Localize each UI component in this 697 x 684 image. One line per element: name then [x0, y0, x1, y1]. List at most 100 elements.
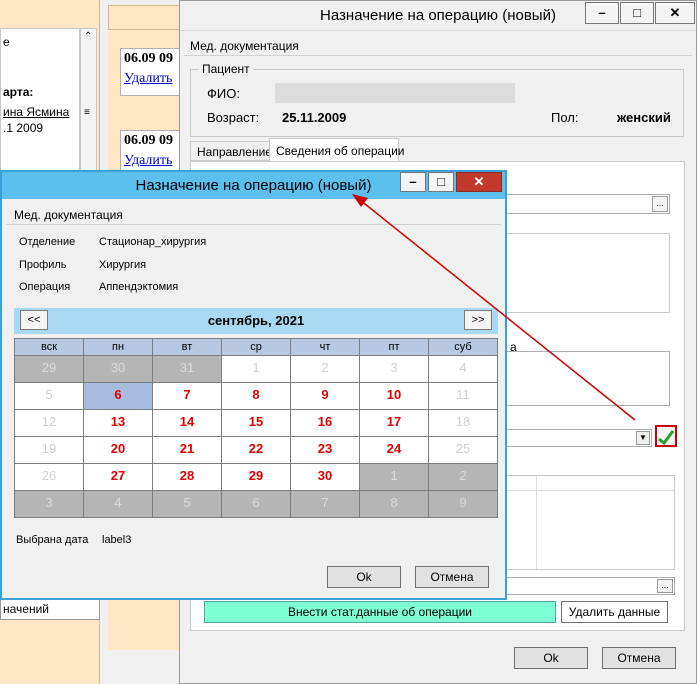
tab-label: Сведения об операции — [276, 144, 405, 158]
bg-text: арта: — [3, 85, 34, 99]
back-window-titlebar[interactable]: Назначение на операцию (новый) – □ ✕ — [180, 1, 696, 31]
calendar-day-cell[interactable]: 8 — [221, 382, 291, 410]
browse-button[interactable]: ... — [657, 579, 673, 593]
weekday-header: вт — [152, 338, 222, 356]
calendar-day-cell: 2 — [428, 463, 498, 491]
patient-group: Пациент ФИО: Возраст: 25.11.2009 Пол: же… — [190, 62, 684, 137]
calendar-day-cell: 19 — [14, 436, 84, 464]
divider — [184, 55, 692, 56]
calendar-day-cell: 9 — [428, 490, 498, 518]
calendar-day-cell: 4 — [83, 490, 153, 518]
calendar-weekday-row: вск пн вт ср чт пт суб — [14, 338, 498, 356]
back-grid[interactable] — [505, 475, 675, 570]
calendar-day-cell[interactable]: 28 — [152, 463, 222, 491]
close-icon[interactable]: ✕ — [456, 172, 502, 192]
bg-card-date: 06.09 09 — [124, 51, 173, 66]
maximize-icon[interactable]: □ — [428, 172, 454, 192]
chevron-down-icon[interactable]: ▼ — [636, 431, 650, 445]
front-ok-button[interactable]: Ok — [327, 566, 401, 588]
sex-label: Пол: — [551, 110, 579, 125]
fio-value-redacted — [275, 83, 515, 103]
bg-patient-link[interactable]: ина Ясмина — [3, 105, 69, 119]
calendar-day-cell[interactable]: 27 — [83, 463, 153, 491]
department-label: Отделение — [19, 236, 76, 248]
fio-label: ФИО: — [207, 86, 240, 101]
calendar-day-cell[interactable]: 14 — [152, 409, 222, 437]
calendar-day-cell: 29 — [14, 355, 84, 383]
minimize-icon[interactable]: – — [585, 2, 619, 24]
bg-bottom-label: начений — [3, 602, 49, 616]
calendar-day-cell[interactable]: 15 — [221, 409, 291, 437]
calendar-day-cell: 18 — [428, 409, 498, 437]
delete-data-button[interactable]: Удалить данные — [561, 601, 668, 623]
back-text-field[interactable]: ... — [500, 194, 670, 214]
calendar-day-cell: 11 — [428, 382, 498, 410]
bg-text: е — [3, 35, 10, 49]
front-cancel-button[interactable]: Отмена — [415, 566, 489, 588]
calendar-day-cell[interactable]: 16 — [290, 409, 360, 437]
calendar-day-cell: 4 — [428, 355, 498, 383]
calendar-day-cell[interactable]: 29 — [221, 463, 291, 491]
calendar-day-cell[interactable]: 23 — [290, 436, 360, 464]
calendar-week-row: 26 27 28 29 30 1 2 — [14, 463, 498, 491]
close-icon[interactable]: ✕ — [655, 2, 695, 24]
calendar-day-cell: 7 — [290, 490, 360, 518]
calendar-day-cell[interactable]: 30 — [290, 463, 360, 491]
maximize-icon[interactable]: □ — [620, 2, 654, 24]
calendar-week-row: 3456789 — [14, 490, 498, 518]
scroll-up-icon[interactable]: ⌃ — [84, 31, 92, 42]
age-value: 25.11.2009 — [282, 110, 347, 125]
calendar-day-cell[interactable]: 7 — [152, 382, 222, 410]
next-month-button[interactable]: >> — [464, 310, 492, 330]
tab-napravlenie[interactable]: Направление — [190, 141, 272, 161]
green-check-arrow-icon — [658, 430, 675, 446]
calendar-day-cell[interactable]: 9 — [290, 382, 360, 410]
calendar-day-cell[interactable]: 20 — [83, 436, 153, 464]
tab-svedeniya[interactable]: Сведения об операции — [269, 138, 405, 162]
back-textarea[interactable] — [505, 351, 670, 406]
department-value: Стационар_хирургия — [99, 236, 207, 248]
back-list-box[interactable] — [505, 233, 670, 313]
divider — [6, 224, 501, 225]
calendar-day-cell[interactable]: 22 — [221, 436, 291, 464]
calendar-day-cell: 1 — [221, 355, 291, 383]
confirm-action-button[interactable] — [655, 425, 677, 447]
bg-card-delete-link[interactable]: Удалить — [124, 71, 172, 87]
bg-text: .1 2009 — [3, 121, 44, 135]
browse-button[interactable]: ... — [652, 196, 668, 212]
back-bottom-field[interactable]: ... — [505, 577, 675, 595]
bg-card-delete-link[interactable]: Удалить — [124, 153, 172, 169]
calendar-day-cell[interactable]: 24 — [359, 436, 429, 464]
calendar-day-cell: 3 — [14, 490, 84, 518]
profile-value: Хирургия — [99, 259, 147, 271]
calendar-day-cell: 2 — [290, 355, 360, 383]
sex-value: женский — [617, 110, 671, 125]
bg-bottom-tab[interactable]: начений — [0, 598, 100, 620]
weekday-header: чт — [290, 338, 360, 356]
calendar-day-cell: 26 — [14, 463, 84, 491]
weekday-header: пн — [83, 338, 153, 356]
calendar-week-row: 12 13 14 15 16 17 18 — [14, 409, 498, 437]
calendar-day-cell: 31 — [152, 355, 222, 383]
calendar-week-row: 5 6 7 8 9 10 11 — [14, 382, 498, 410]
selected-date-label: Выбрана дата — [16, 534, 89, 546]
background-tab — [108, 5, 183, 30]
front-menu-med-doc[interactable]: Мед. документация — [14, 208, 123, 222]
front-window-titlebar[interactable]: Назначение на операцию (новый) – □ ✕ — [2, 172, 505, 199]
calendar-week-row: 29 30 31 1 2 3 4 — [14, 355, 498, 383]
back-ok-button[interactable]: Ok — [514, 647, 588, 669]
scroll-grip-icon[interactable]: ≡ — [84, 107, 90, 118]
back-menu-med-doc[interactable]: Мед. документация — [190, 39, 299, 53]
calendar-day-cell[interactable]: 10 — [359, 382, 429, 410]
tab-label: Направление — [197, 145, 272, 159]
calendar-day-cell[interactable]: 21 — [152, 436, 222, 464]
back-cancel-button[interactable]: Отмена — [602, 647, 676, 669]
back-dropdown[interactable]: ▼ — [505, 429, 652, 447]
stat-data-button[interactable]: Внести стат.данные об операции — [204, 601, 556, 623]
calendar-day-cell[interactable]: 13 — [83, 409, 153, 437]
weekday-header: ср — [221, 338, 291, 356]
calendar-day-cell[interactable]: 17 — [359, 409, 429, 437]
minimize-icon[interactable]: – — [400, 172, 426, 192]
calendar-day-cell[interactable]: 6 — [83, 382, 153, 410]
front-window: Назначение на операцию (новый) – □ ✕ Мед… — [0, 170, 507, 600]
